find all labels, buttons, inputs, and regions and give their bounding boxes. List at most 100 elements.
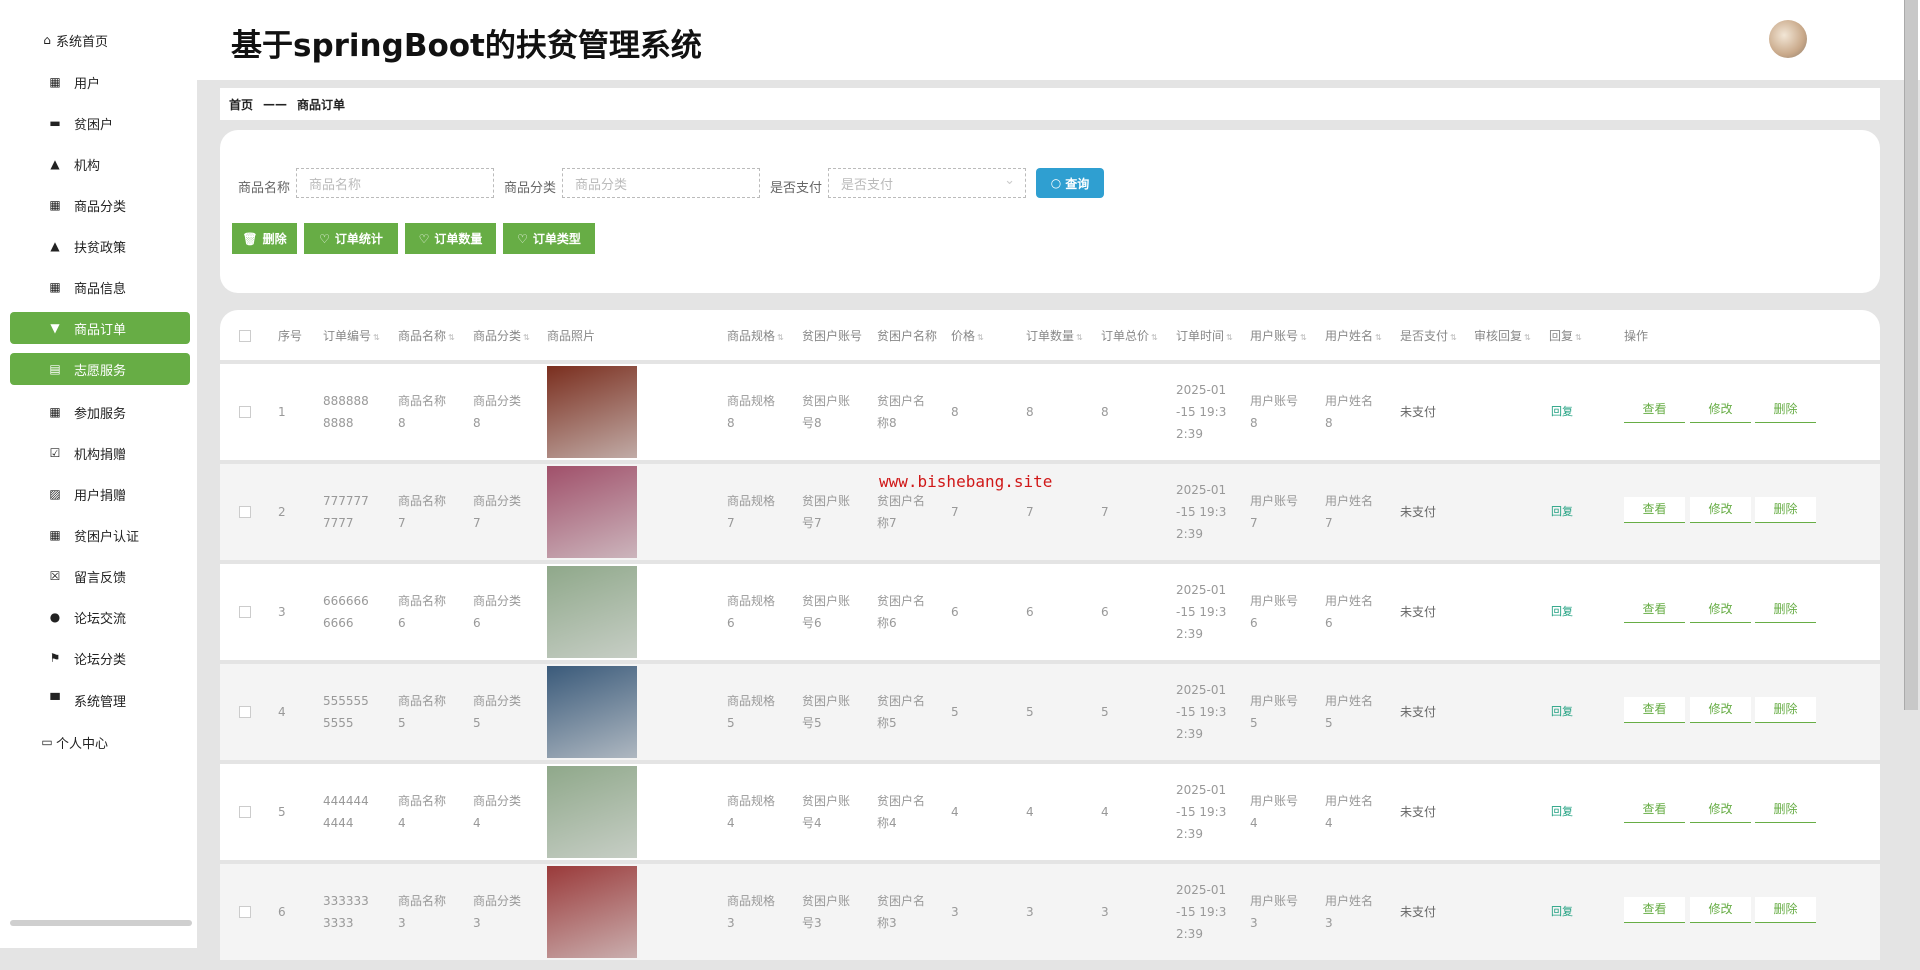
sort-icon[interactable]: ⇅ xyxy=(1575,333,1582,342)
cell-qty: 6 xyxy=(1026,605,1034,619)
sidebar-item-2[interactable]: ▬ 贫困户 xyxy=(10,107,190,139)
view-button[interactable]: 查看 xyxy=(1624,897,1685,923)
delete-button[interactable]: 删除 xyxy=(1755,497,1816,523)
category-input[interactable]: 商品分类 xyxy=(562,168,760,198)
sort-icon[interactable]: ⇅ xyxy=(777,333,784,342)
delete-button[interactable]: 删除 xyxy=(1755,397,1816,423)
reply-link[interactable]: 回复 xyxy=(1551,501,1573,523)
column-header[interactable]: 贫困户名称 xyxy=(877,327,937,344)
sort-icon[interactable]: ⇅ xyxy=(977,333,984,342)
reply-link[interactable]: 回复 xyxy=(1551,401,1573,423)
column-header[interactable]: 回复 ⇅ xyxy=(1549,327,1582,344)
sort-icon[interactable]: ⇅ xyxy=(1076,333,1083,342)
product-image xyxy=(547,866,637,958)
column-header[interactable]: 用户姓名 ⇅ xyxy=(1325,327,1382,344)
view-button[interactable]: 查看 xyxy=(1624,597,1685,623)
row-checkbox[interactable] xyxy=(239,706,251,718)
edit-button[interactable]: 修改 xyxy=(1690,597,1751,623)
edit-button[interactable]: 修改 xyxy=(1690,397,1751,423)
order-type-button[interactable]: ♡ 订单类型 xyxy=(503,223,595,254)
view-button[interactable]: 查看 xyxy=(1624,797,1685,823)
sidebar-item-1[interactable]: ▦ 用户 xyxy=(10,66,190,98)
name-input[interactable]: 商品名称 xyxy=(296,168,494,198)
bulb-icon: ● xyxy=(49,610,61,624)
sidebar-item-16[interactable]: ▀ 系统管理 xyxy=(10,684,190,716)
view-button[interactable]: 查看 xyxy=(1624,497,1685,523)
order-stats-button[interactable]: ♡ 订单统计 xyxy=(304,223,398,254)
reply-link[interactable]: 回复 xyxy=(1551,701,1573,723)
column-header[interactable]: 是否支付 ⇅ xyxy=(1400,327,1457,344)
order-count-button[interactable]: ♡ 订单数量 xyxy=(405,223,496,254)
cell-paid: 未支付 xyxy=(1400,505,1437,519)
edit-button[interactable]: 修改 xyxy=(1690,897,1751,923)
delete-button[interactable]: 🗑︎ 删除 xyxy=(232,223,297,254)
column-header[interactable]: 审核回复 ⇅ xyxy=(1474,327,1531,344)
column-header[interactable]: 订单时间 ⇅ xyxy=(1176,327,1233,344)
sidebar-item-6[interactable]: ▦ 商品信息 xyxy=(10,271,190,303)
column-header[interactable]: 贫困户账号 xyxy=(802,327,862,344)
cell-time: 2025-01-15 19:32:39 xyxy=(1176,783,1227,841)
sort-icon[interactable]: ⇅ xyxy=(1300,333,1307,342)
column-header[interactable]: 操作 xyxy=(1624,327,1648,344)
sidebar-scrollbar[interactable] xyxy=(10,920,192,926)
column-header[interactable]: 商品名称 ⇅ xyxy=(398,327,455,344)
sidebar-item-13[interactable]: ☒ 留言反馈 xyxy=(10,560,190,592)
view-button[interactable]: 查看 xyxy=(1624,397,1685,423)
sidebar-item-4[interactable]: ▦ 商品分类 xyxy=(10,189,190,221)
query-button[interactable]: ○ 查询 xyxy=(1036,168,1104,198)
sort-icon[interactable]: ⇅ xyxy=(1226,333,1233,342)
view-button[interactable]: 查看 xyxy=(1624,697,1685,723)
edit-button[interactable]: 修改 xyxy=(1690,697,1751,723)
sidebar-item-3[interactable]: ▲ 机构 xyxy=(10,148,190,180)
select-all-checkbox[interactable] xyxy=(239,330,251,342)
sidebar-item-17[interactable]: ▭ 个人中心 xyxy=(10,726,190,758)
product-image xyxy=(547,666,637,758)
column-header[interactable]: 商品照片 xyxy=(547,327,595,344)
column-header[interactable]: 订单数量 ⇅ xyxy=(1026,327,1083,344)
paid-select[interactable]: 是否支付 ⌄ xyxy=(828,168,1026,198)
row-checkbox[interactable] xyxy=(239,606,251,618)
sort-icon[interactable]: ⇅ xyxy=(1524,333,1531,342)
sort-icon[interactable]: ⇅ xyxy=(1450,333,1457,342)
row-checkbox[interactable] xyxy=(239,406,251,418)
sidebar-item-5[interactable]: ▲ 扶贫政策 xyxy=(10,230,190,262)
sort-icon[interactable]: ⇅ xyxy=(1375,333,1382,342)
reply-link[interactable]: 回复 xyxy=(1551,901,1573,923)
row-checkbox[interactable] xyxy=(239,806,251,818)
reply-link[interactable]: 回复 xyxy=(1551,801,1573,823)
delete-button[interactable]: 删除 xyxy=(1755,597,1816,623)
column-header[interactable]: 订单总价 ⇅ xyxy=(1101,327,1158,344)
column-header[interactable]: 序号 xyxy=(278,327,302,344)
sidebar-item-11[interactable]: ▨ 用户捐赠 xyxy=(10,478,190,510)
edit-button[interactable]: 修改 xyxy=(1690,497,1751,523)
column-header[interactable]: 订单编号 ⇅ xyxy=(323,327,380,344)
sidebar-item-0[interactable]: ⌂ 系统首页 xyxy=(10,24,190,56)
delete-button[interactable]: 删除 xyxy=(1755,797,1816,823)
column-header[interactable]: 商品分类 ⇅ xyxy=(473,327,530,344)
row-checkbox[interactable] xyxy=(239,506,251,518)
sort-icon[interactable]: ⇅ xyxy=(448,333,455,342)
column-header[interactable]: 价格 ⇅ xyxy=(951,327,984,344)
sidebar-item-15[interactable]: ⚑ 论坛分类 xyxy=(10,642,190,674)
reply-link[interactable]: 回复 xyxy=(1551,601,1573,623)
page-scrollbar[interactable] xyxy=(1904,0,1918,710)
sidebar-item-8[interactable]: ▤ 志愿服务 xyxy=(10,353,190,385)
edit-button[interactable]: 修改 xyxy=(1690,797,1751,823)
sidebar-item-7[interactable]: ▼ 商品订单 xyxy=(10,312,190,344)
heart-icon: ♡ xyxy=(418,231,430,246)
sidebar-item-9[interactable]: ▦ 参加服务 xyxy=(10,396,190,428)
clipboard-check-icon: ☑ xyxy=(49,446,61,460)
sort-icon[interactable]: ⇅ xyxy=(1151,333,1158,342)
avatar[interactable] xyxy=(1769,20,1807,58)
sidebar-item-10[interactable]: ☑ 机构捐赠 xyxy=(10,437,190,469)
column-header[interactable]: 用户账号 ⇅ xyxy=(1250,327,1307,344)
row-checkbox[interactable] xyxy=(239,906,251,918)
column-header[interactable]: 商品规格 ⇅ xyxy=(727,327,784,344)
sort-icon[interactable]: ⇅ xyxy=(373,333,380,342)
breadcrumb-home[interactable]: 首页 xyxy=(229,96,253,113)
delete-button[interactable]: 删除 xyxy=(1755,697,1816,723)
delete-button[interactable]: 删除 xyxy=(1755,897,1816,923)
sort-icon[interactable]: ⇅ xyxy=(523,333,530,342)
sidebar-item-14[interactable]: ● 论坛交流 xyxy=(10,601,190,633)
sidebar-item-12[interactable]: ▦ 贫困户认证 xyxy=(10,519,190,551)
